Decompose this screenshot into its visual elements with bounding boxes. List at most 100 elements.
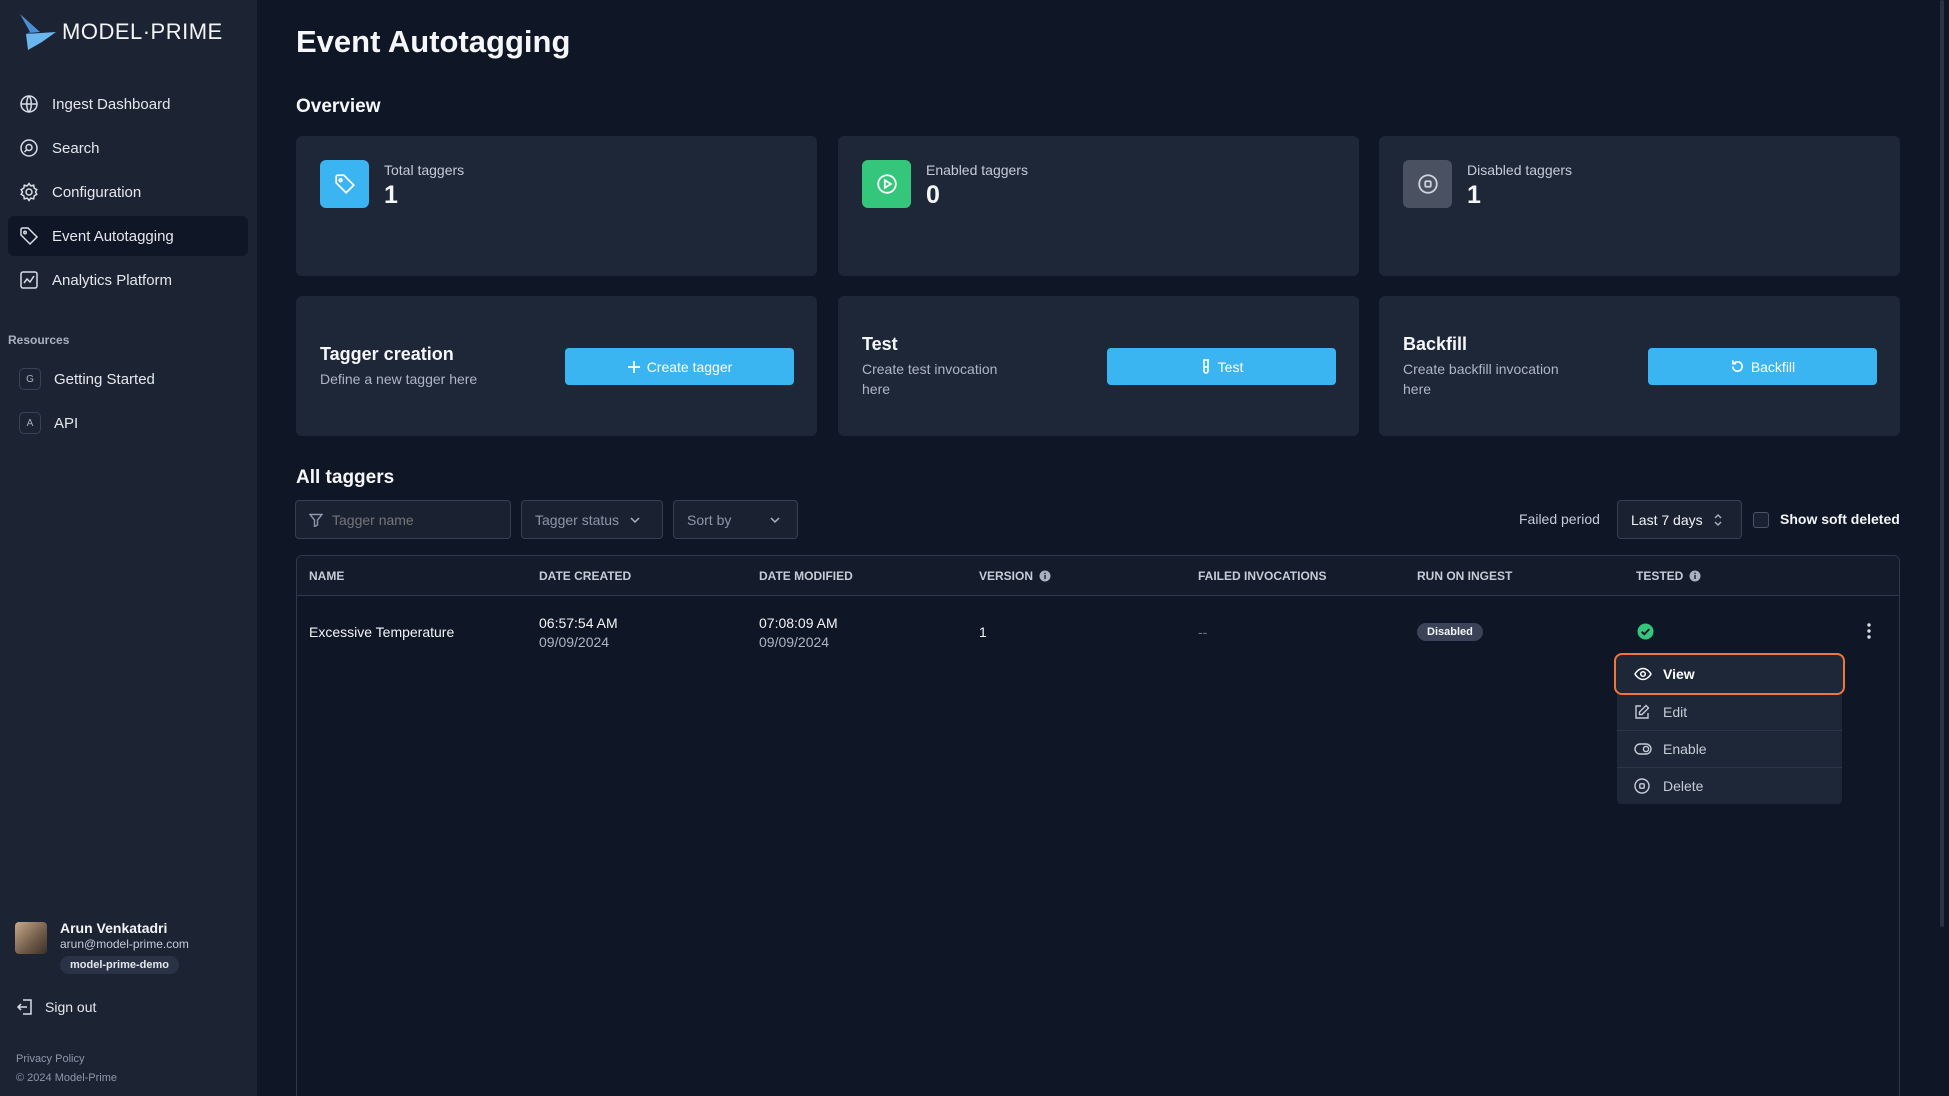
date-created-cell: 06:57:54 AM 09/09/2024 [539, 615, 618, 650]
chevron-down-icon [769, 514, 781, 526]
all-taggers-heading: All taggers [296, 467, 395, 488]
backfill-button[interactable]: Backfill [1648, 348, 1877, 385]
refresh-icon [1730, 359, 1745, 374]
gear-icon [17, 180, 41, 204]
play-circle-icon [862, 160, 911, 208]
sign-out-icon [16, 998, 34, 1016]
test-tube-icon [1200, 358, 1212, 375]
letter-a-icon: A [19, 412, 41, 434]
more-vertical-icon [1867, 623, 1871, 639]
row-actions-button[interactable] [1866, 622, 1872, 640]
resources-heading: Resources [8, 333, 70, 347]
button-label: Test [1217, 358, 1244, 375]
tagger-status-label: Tagger status [535, 511, 620, 528]
taggers-table: NAME DATE CREATED DATE MODIFIED VERSION … [296, 555, 1900, 1096]
column-header-tested[interactable]: TESTED [1636, 569, 1701, 583]
page-scrollbar[interactable] [1940, 0, 1944, 927]
stat-card-enabled: Enabled taggers 0 [838, 136, 1359, 276]
tagger-name-filter[interactable] [295, 500, 511, 539]
column-header-version[interactable]: VERSION [979, 569, 1051, 583]
stat-value: 1 [384, 181, 398, 209]
test-button[interactable]: Test [1107, 348, 1336, 385]
check-circle-icon [1637, 623, 1654, 640]
action-title: Test [862, 334, 898, 354]
sign-out-button[interactable]: Sign out [16, 998, 96, 1016]
menu-item-enable[interactable]: Enable [1617, 730, 1842, 767]
sidebar-item-label: Event Autotagging [52, 227, 174, 245]
date-modified-cell: 07:08:09 AM 09/09/2024 [759, 615, 838, 650]
sidebar-item-ingest-dashboard[interactable]: Ingest Dashboard [8, 84, 248, 124]
sidebar: MODEL·PRIME Ingest Dashboard Search Conf… [0, 0, 257, 1096]
sidebar-item-label: Configuration [52, 183, 142, 201]
toggle-icon [1634, 743, 1652, 755]
bird-logo-icon [20, 14, 56, 50]
chevron-down-icon [629, 514, 641, 526]
overview-heading: Overview [296, 96, 381, 117]
row-actions-menu: View Edit Enable Delete [1614, 653, 1845, 804]
failed-period-label: Failed period [1519, 511, 1600, 527]
version-cell: 1 [979, 624, 987, 640]
sort-by-label: Sort by [687, 511, 732, 528]
sign-out-label: Sign out [45, 999, 97, 1015]
resources-nav: G Getting Started A API [8, 359, 248, 447]
chart-icon [17, 268, 41, 292]
button-label: Create tagger [646, 358, 733, 375]
privacy-policy-link[interactable]: Privacy Policy [16, 1053, 84, 1065]
action-desc: Define a new tagger here [320, 371, 478, 387]
plus-icon [627, 360, 641, 374]
show-soft-deleted-checkbox[interactable] [1753, 512, 1769, 528]
action-card-test: Test Create test invocation here Test [838, 296, 1359, 436]
brand-name: MODEL·PRIME [62, 19, 223, 44]
create-tagger-button[interactable]: Create tagger [565, 348, 794, 385]
tagger-status-select[interactable]: Tagger status [521, 500, 663, 539]
failed-invocations-cell: -- [1198, 624, 1208, 640]
menu-item-edit[interactable]: Edit [1617, 693, 1842, 730]
filter-icon [309, 513, 323, 527]
column-header-date-modified[interactable]: DATE MODIFIED [759, 569, 853, 583]
sidebar-item-event-autotagging[interactable]: Event Autotagging [8, 216, 248, 256]
tagger-name-cell[interactable]: Excessive Temperature [309, 624, 454, 640]
brand-logo[interactable]: MODEL·PRIME [18, 12, 223, 52]
menu-item-delete[interactable]: Delete [1617, 767, 1842, 804]
action-card-backfill: Backfill Create backfill invocation here… [1379, 296, 1900, 436]
column-header-label: VERSION [979, 569, 1034, 583]
failed-period-value: Last 7 days [1631, 511, 1703, 528]
sidebar-nav: Ingest Dashboard Search Configuration Ev… [8, 84, 248, 304]
stat-label: Total taggers [384, 162, 465, 178]
stat-value: 0 [926, 181, 940, 209]
sidebar-item-getting-started[interactable]: G Getting Started [8, 359, 248, 399]
stop-circle-icon [1634, 778, 1652, 794]
date-modified-time: 07:08:09 AM [759, 615, 838, 631]
status-badge: Disabled [1417, 623, 1483, 641]
column-header-label: TESTED [1636, 569, 1684, 583]
date-created-time: 06:57:54 AM [539, 615, 618, 631]
column-header-date-created[interactable]: DATE CREATED [539, 569, 631, 583]
info-icon[interactable] [1039, 570, 1051, 582]
failed-period-select[interactable]: Last 7 days [1617, 500, 1742, 539]
user-profile: Arun Venkatadri arun@model-prime.com mod… [15, 920, 189, 974]
stat-label: Disabled taggers [1467, 162, 1573, 178]
sort-by-select[interactable]: Sort by [673, 500, 798, 539]
action-desc: Create test invocation here [862, 361, 998, 397]
info-icon[interactable] [1689, 570, 1701, 582]
sidebar-item-api[interactable]: A API [8, 403, 248, 443]
sidebar-item-search[interactable]: Search [8, 128, 248, 168]
chevron-up-down-icon [1713, 513, 1723, 527]
column-header-name[interactable]: NAME [309, 569, 344, 583]
sidebar-item-label: API [54, 414, 79, 432]
avatar [15, 922, 47, 954]
user-name: Arun Venkatadri [60, 920, 168, 936]
column-header-run-on-ingest[interactable]: RUN ON INGEST [1417, 569, 1512, 583]
stat-card-total: Total taggers 1 [296, 136, 817, 276]
tagger-name-input[interactable] [332, 511, 492, 528]
sidebar-item-configuration[interactable]: Configuration [8, 172, 248, 212]
table-header: NAME DATE CREATED DATE MODIFIED VERSION … [297, 556, 1899, 596]
date-created-date: 09/09/2024 [539, 634, 610, 650]
sidebar-item-label: Ingest Dashboard [52, 95, 171, 113]
column-header-failed-invocations[interactable]: FAILED INVOCATIONS [1198, 569, 1326, 583]
menu-item-label: Enable [1663, 741, 1707, 757]
button-label: Backfill [1750, 358, 1796, 375]
sidebar-item-analytics-platform[interactable]: Analytics Platform [8, 260, 248, 300]
action-title: Backfill [1403, 334, 1468, 354]
menu-item-view[interactable]: View [1614, 653, 1845, 695]
